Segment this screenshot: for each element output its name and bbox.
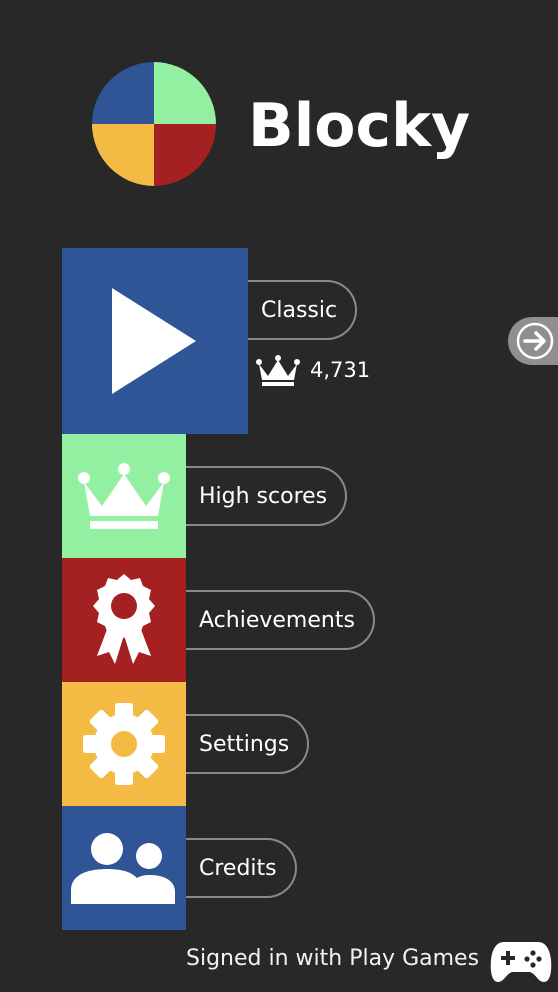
classic-mode-label: Classic xyxy=(261,297,338,323)
high-scores-button[interactable]: High scores xyxy=(186,466,348,526)
high-scores-label: High scores xyxy=(199,483,328,509)
play-tile[interactable] xyxy=(62,248,248,434)
crown-icon xyxy=(256,355,300,386)
crown-icon xyxy=(78,463,170,529)
credits-label: Credits xyxy=(199,855,277,881)
award-ribbon-icon xyxy=(93,574,155,664)
gear-icon xyxy=(83,703,165,785)
arrow-right-icon xyxy=(516,322,554,360)
credits-button[interactable]: Credits xyxy=(186,838,297,898)
high-scores-tile[interactable] xyxy=(62,434,186,558)
play-icon xyxy=(112,288,196,394)
sign-in-status: Signed in with Play Games xyxy=(186,946,480,971)
classic-high-score: 4,731 xyxy=(256,354,370,386)
next-mode-button[interactable] xyxy=(508,317,558,365)
achievements-tile[interactable] xyxy=(62,558,186,682)
gamepad-icon[interactable] xyxy=(490,938,552,984)
high-score-value: 4,731 xyxy=(310,358,371,382)
settings-button[interactable]: Settings xyxy=(186,714,310,774)
credits-tile[interactable] xyxy=(62,806,186,930)
settings-tile[interactable] xyxy=(62,682,186,806)
app-title: Blocky xyxy=(248,91,471,161)
classic-mode-button[interactable]: Classic xyxy=(248,280,358,340)
settings-label: Settings xyxy=(199,731,290,757)
achievements-label: Achievements xyxy=(199,607,355,633)
logo-icon xyxy=(92,62,216,186)
achievements-button[interactable]: Achievements xyxy=(186,590,375,650)
people-icon xyxy=(71,833,175,904)
